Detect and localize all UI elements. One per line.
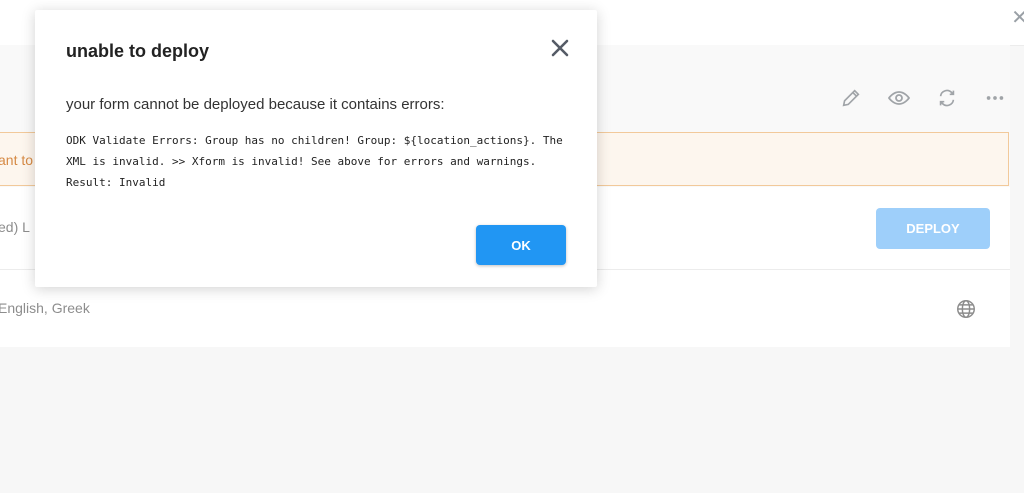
form-actions	[838, 85, 1008, 111]
deploy-status: ed) L	[0, 219, 30, 235]
ok-button[interactable]: OK	[476, 225, 566, 265]
warning-text: ant to	[0, 152, 34, 168]
pencil-icon[interactable]	[838, 85, 864, 111]
error-details: ODK Validate Errors: Group has no childr…	[66, 134, 563, 189]
languages-text: English, Greek	[0, 300, 90, 316]
refresh-icon[interactable]	[934, 85, 960, 111]
close-icon[interactable]: ✕	[1011, 8, 1024, 28]
deploy-button[interactable]: DEPLOY	[876, 208, 990, 249]
eye-icon[interactable]	[886, 85, 912, 111]
dialog-message: your form cannot be deployed because it …	[66, 96, 445, 113]
error-dialog: unable to deploy your form cannot be dep…	[35, 10, 597, 287]
close-icon[interactable]	[550, 38, 570, 58]
globe-icon[interactable]	[955, 298, 977, 325]
dialog-title: unable to deploy	[66, 41, 210, 61]
more-icon[interactable]	[982, 85, 1008, 111]
